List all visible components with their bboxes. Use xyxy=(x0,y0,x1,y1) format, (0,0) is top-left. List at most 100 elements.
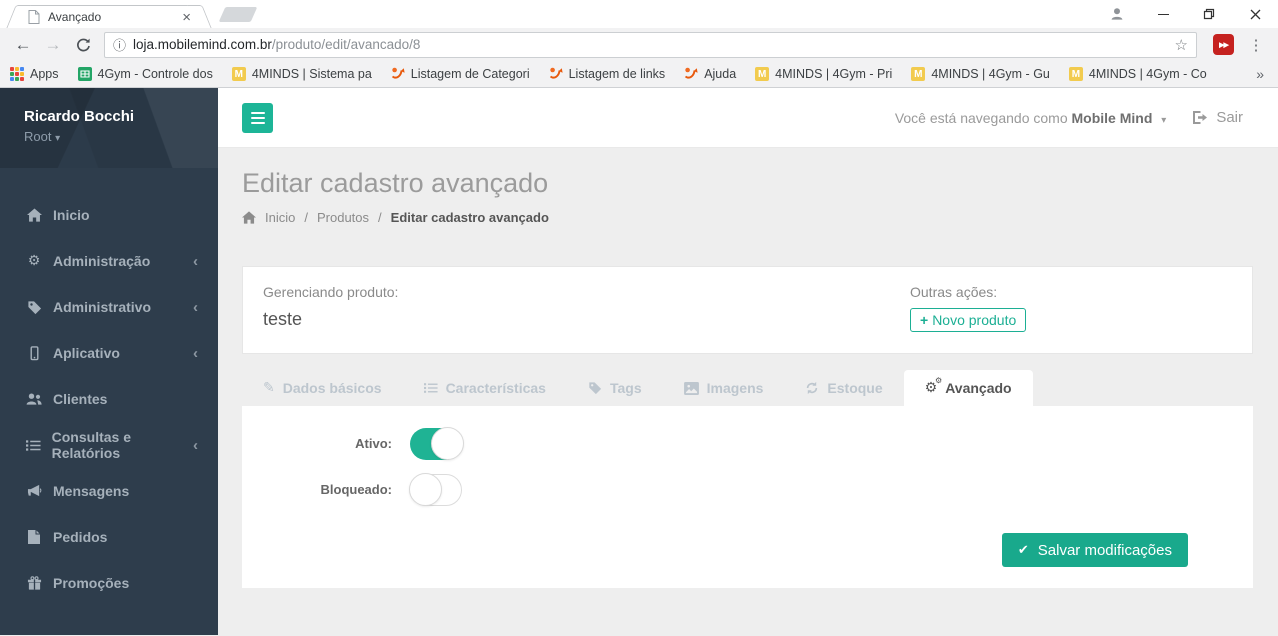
sidebar-toggle-button[interactable] xyxy=(242,102,273,133)
bookmark-apps[interactable]: Apps xyxy=(10,67,59,81)
sidebar-item-aplicativo[interactable]: Aplicativo ‹ xyxy=(0,330,218,376)
sidebar-item-mensagens[interactable]: Mensagens xyxy=(0,468,218,514)
bookmark-4gym[interactable]: 4Gym - Controle dos xyxy=(77,67,213,81)
browser-menu-icon[interactable]: ⋮ xyxy=(1244,36,1268,54)
image-icon xyxy=(683,381,699,395)
mobile-icon xyxy=(24,345,44,361)
save-button[interactable]: ✔ Salvar modificações xyxy=(1001,533,1188,567)
chevron-left-icon: ‹ xyxy=(193,436,198,454)
bloqueado-toggle[interactable] xyxy=(409,473,462,506)
tag-icon xyxy=(588,381,602,395)
impersonated-user: Mobile Mind xyxy=(1071,109,1153,126)
back-icon[interactable]: ← xyxy=(10,32,36,58)
bookmark-listagem-links[interactable]: Listagem de links xyxy=(549,67,665,81)
ativo-label: Ativo: xyxy=(355,436,392,451)
bookmark-listagem-categorias[interactable]: Listagem de Categori xyxy=(391,67,530,81)
sidebar-item-clientes[interactable]: Clientes xyxy=(0,376,218,422)
bookmark-4minds-co[interactable]: M 4MINDS | 4Gym - Co xyxy=(1068,67,1207,81)
tab-dados-basicos[interactable]: ✎ Dados básicos xyxy=(242,370,403,406)
m-icon: M xyxy=(231,67,246,81)
ativo-toggle[interactable] xyxy=(410,427,464,460)
product-name: teste xyxy=(263,309,303,329)
tab-tags[interactable]: Tags xyxy=(567,370,663,406)
product-tabs: ✎ Dados básicos Características Tags Ima… xyxy=(242,370,1253,406)
page-favicon-icon xyxy=(28,10,40,24)
plus-icon: + xyxy=(920,312,929,328)
new-product-button[interactable]: + Novo produto xyxy=(910,308,1027,332)
page-info-icon[interactable]: ⓘ xyxy=(113,35,126,54)
bookmarks-overflow-icon[interactable]: » xyxy=(1256,66,1268,82)
bookmark-4minds-pri[interactable]: M 4MINDS | 4Gym - Pri xyxy=(755,67,892,81)
close-window-button[interactable] xyxy=(1232,0,1278,28)
browser-tab[interactable]: Avançado × xyxy=(18,5,200,28)
bloqueado-label: Bloqueado: xyxy=(320,482,393,497)
new-tab-button[interactable] xyxy=(218,7,258,22)
gears-icon: ⚙ xyxy=(27,253,41,269)
impersonation-dropdown[interactable]: Você está navegando como Mobile Mind ▾ xyxy=(895,110,1167,126)
swoosh-icon xyxy=(684,67,698,81)
sheets-icon xyxy=(77,67,92,81)
sidebar-item-consultas[interactable]: Consultas e Relatórios ‹ xyxy=(0,422,218,468)
tab-avancado[interactable]: ⚙ ⚙ Avançado xyxy=(903,370,1033,406)
swoosh-icon xyxy=(391,67,405,81)
m-icon: M xyxy=(755,67,770,81)
url-path: /produto/edit/avancado/8 xyxy=(271,37,421,52)
breadcrumb-current: Editar cadastro avançado xyxy=(390,210,549,225)
bookmark-4minds-sistema[interactable]: M 4MINDS | Sistema pa xyxy=(231,67,372,81)
profile-icon[interactable] xyxy=(1094,0,1140,28)
chevron-left-icon: ‹ xyxy=(193,344,198,362)
url-text: loja.mobilemind.com.br/produto/edit/avan… xyxy=(133,37,420,52)
chevron-left-icon: ‹ xyxy=(193,298,198,316)
user-panel: Ricardo Bocchi Root ▾ xyxy=(0,88,218,168)
signout-button[interactable]: Sair xyxy=(1192,109,1243,126)
product-summary-card: Gerenciando produto: teste Outras ações:… xyxy=(242,266,1253,354)
sidebar-item-inicio[interactable]: Inicio xyxy=(0,192,218,238)
breadcrumb: Inicio / Produtos / Editar cadastro avan… xyxy=(242,210,1253,225)
home-icon xyxy=(242,211,256,224)
sidebar-item-administrativo[interactable]: Administrativo ‹ xyxy=(0,284,218,330)
tab-title: Avançado xyxy=(48,10,102,24)
tag-icon xyxy=(24,300,44,315)
tab-imagens[interactable]: Imagens xyxy=(663,370,785,406)
bookmark-4minds-gu[interactable]: M 4MINDS | 4Gym - Gu xyxy=(911,67,1050,81)
sidebar-item-administracao[interactable]: ⚙ Administração ‹ xyxy=(0,238,218,284)
bookmarks-bar: Apps 4Gym - Controle dos M 4MINDS | Sist… xyxy=(0,61,1278,88)
url-domain: loja.mobilemind.com.br xyxy=(133,37,272,52)
m-icon: M xyxy=(911,67,926,81)
tab-estoque[interactable]: Estoque xyxy=(784,370,903,406)
reload-icon[interactable] xyxy=(70,32,96,58)
browser-toolbar: ← → ⓘ loja.mobilemind.com.br/produto/edi… xyxy=(0,28,1278,61)
sidebar-item-pedidos[interactable]: Pedidos xyxy=(0,514,218,560)
sidebar: Ricardo Bocchi Root ▾ Inicio ⚙ Administr… xyxy=(0,88,218,635)
file-icon xyxy=(24,530,44,544)
forward-icon[interactable]: → xyxy=(40,32,66,58)
bookmark-star-icon[interactable]: ☆ xyxy=(1175,36,1188,54)
gift-icon xyxy=(24,575,44,591)
caret-down-icon: ▾ xyxy=(55,133,61,144)
restore-button[interactable] xyxy=(1186,0,1232,28)
page-title: Editar cadastro avançado xyxy=(242,168,549,198)
megaphone-icon xyxy=(24,484,44,498)
signout-icon xyxy=(1192,110,1208,125)
m-icon: M xyxy=(1068,67,1083,81)
tab-caracteristicas[interactable]: Características xyxy=(403,370,567,406)
advanced-tab-panel: Ativo: Bloqueado: ✔ Salvar modificações xyxy=(242,406,1253,588)
managing-product-label: Gerenciando produto: xyxy=(263,284,399,300)
extension-icon[interactable]: ▶▶ xyxy=(1213,34,1234,55)
pencil-icon: ✎ xyxy=(263,380,275,396)
check-icon: ✔ xyxy=(1017,542,1029,558)
sidebar-item-promocoes[interactable]: Promoções xyxy=(0,560,218,606)
page-content: Editar cadastro avançado Inicio / Produt… xyxy=(218,148,1278,635)
gears-icon: ⚙ ⚙ xyxy=(924,376,943,396)
users-icon xyxy=(24,392,44,406)
bookmark-ajuda[interactable]: Ajuda xyxy=(684,67,736,81)
minimize-button[interactable] xyxy=(1140,0,1186,28)
caret-down-icon: ▾ xyxy=(1161,114,1167,126)
tab-close-icon[interactable]: × xyxy=(179,10,194,25)
breadcrumb-inicio[interactable]: Inicio xyxy=(265,210,295,225)
list-icon xyxy=(423,382,438,394)
chevron-left-icon: ‹ xyxy=(193,252,198,270)
breadcrumb-produtos[interactable]: Produtos xyxy=(317,210,369,225)
url-bar[interactable]: ⓘ loja.mobilemind.com.br/produto/edit/av… xyxy=(104,31,1197,58)
user-role-dropdown[interactable]: Root ▾ xyxy=(24,129,218,144)
